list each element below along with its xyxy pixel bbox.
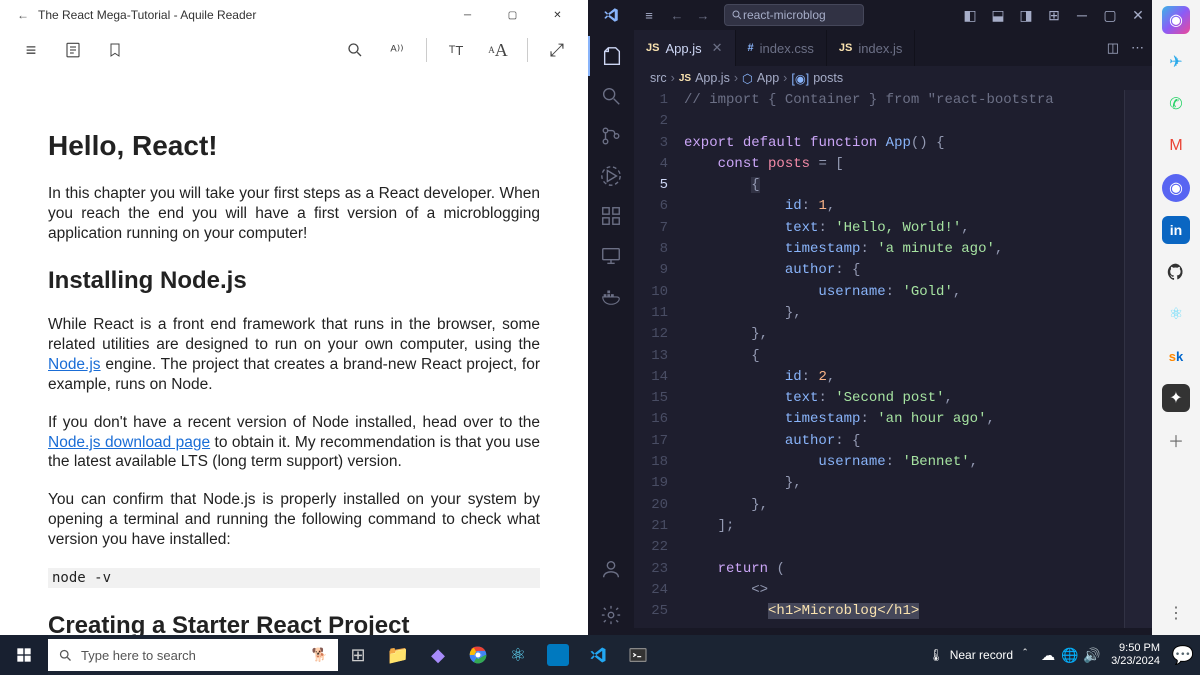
nodejs-link[interactable]: Node.js	[48, 356, 101, 373]
taskbar-search[interactable]: Type here to search 🐕	[48, 639, 338, 671]
vscode-window: ≡ ← → react-microblog ◧ ⬓ ◨ ⊞ ─ ▢ ✕	[588, 0, 1152, 635]
vscode-titlebar: ≡ ← → react-microblog ◧ ⬓ ◨ ⊞ ─ ▢ ✕	[588, 0, 1152, 30]
start-button[interactable]	[0, 635, 48, 675]
vsc-close-button[interactable]: ✕	[1124, 7, 1152, 24]
code-text[interactable]: // import { Container } from "react-boot…	[684, 90, 1152, 628]
extensions-icon[interactable]	[588, 196, 634, 236]
layout-panel-icon[interactable]: ⬓	[984, 7, 1012, 24]
close-button[interactable]: ✕	[535, 0, 580, 30]
read-aloud-icon[interactable]: ᴬ⁾⁾	[376, 30, 418, 70]
weather-widget[interactable]: 🌡 Near record	[928, 635, 1013, 675]
copilot-icon[interactable]: ◉	[1162, 6, 1190, 34]
node-paragraph-1: While React is a front end framework tha…	[48, 315, 540, 394]
tab-app-js[interactable]: JSApp.js✕	[634, 30, 736, 66]
search-icon[interactable]	[334, 30, 376, 70]
nav-back-icon[interactable]: ←	[664, 8, 690, 23]
layout-sidebar-right-icon[interactable]: ◨	[1012, 7, 1040, 24]
activity-bar	[588, 30, 634, 635]
task-view-icon[interactable]: ⊞	[338, 635, 378, 675]
remote-icon[interactable]	[588, 236, 634, 276]
hamburger-icon[interactable]: ≡	[634, 8, 664, 23]
tab-index-js[interactable]: JSindex.js	[827, 30, 916, 66]
react-app-icon[interactable]: ⚛	[498, 635, 538, 675]
rail-more-icon[interactable]: ⋮	[1162, 599, 1190, 627]
tray-chevron-icon[interactable]: ＾	[1013, 635, 1037, 675]
taskbar-clock[interactable]: 9:50 PM3/23/2024	[1103, 642, 1168, 668]
wifi-icon[interactable]: 🌐	[1059, 635, 1081, 675]
linkedin-icon[interactable]: in	[1162, 216, 1190, 244]
editor-tabs: JSApp.js✕ #index.css JSindex.js ◫ ⋯	[634, 30, 1152, 66]
edge-sidebar: ◉ ✈ ✆ M ◉ in ⚛ sk ✦ ＋ ⋮	[1152, 0, 1200, 635]
onedrive-icon[interactable]: ☁	[1037, 635, 1059, 675]
chrome-icon[interactable]	[458, 635, 498, 675]
nodejs-download-link[interactable]: Node.js download page	[48, 434, 210, 451]
breadcrumb[interactable]: src› JS App.js› ⬡ App› [◉] posts	[634, 66, 1152, 90]
code-editor[interactable]: 1234567891011121314151617181920212223242…	[634, 90, 1152, 628]
vsc-maximize-button[interactable]: ▢	[1096, 7, 1124, 24]
discord-icon[interactable]: ◉	[1162, 174, 1190, 202]
vscode-logo-icon	[588, 6, 634, 24]
close-icon[interactable]: ✕	[712, 40, 723, 56]
intro-paragraph: In this chapter you will take your first…	[48, 184, 540, 243]
node-version-command: node -v	[48, 568, 540, 588]
telegram-icon[interactable]: ✈	[1162, 48, 1190, 76]
account-icon[interactable]	[588, 549, 634, 589]
heading-hello-react: Hello, React!	[48, 130, 540, 162]
tab-index-css[interactable]: #index.css	[736, 30, 827, 66]
window-title: The React Mega-Tutorial - Aquile Reader	[38, 8, 256, 22]
file-explorer-icon[interactable]: 📁	[378, 635, 418, 675]
chatgpt-icon[interactable]: ✦	[1162, 384, 1190, 412]
menu-icon[interactable]: ≡	[10, 30, 52, 70]
obsidian-icon[interactable]: ◆	[418, 635, 458, 675]
settings-gear-icon[interactable]	[588, 595, 634, 635]
layout-sidebar-left-icon[interactable]: ◧	[956, 7, 984, 24]
search-activity-icon[interactable]	[588, 76, 634, 116]
node-paragraph-3: You can confirm that Node.js is properly…	[48, 490, 540, 549]
trello-icon[interactable]	[547, 644, 569, 666]
volume-icon[interactable]: 🔊	[1081, 635, 1103, 675]
aquile-reader-window: ← The React Mega-Tutorial - Aquile Reade…	[0, 0, 588, 635]
vscode-statusbar	[634, 628, 1152, 635]
expand-icon[interactable]: ⤢	[536, 30, 578, 70]
minimize-button[interactable]: ─	[445, 0, 490, 30]
vscode-taskbar-icon[interactable]	[578, 635, 618, 675]
vsc-minimize-button[interactable]: ─	[1068, 7, 1096, 24]
layout-customize-icon[interactable]: ⊞	[1040, 7, 1068, 24]
terminal-icon[interactable]	[618, 635, 658, 675]
more-actions-icon[interactable]: ⋯	[1131, 40, 1144, 56]
docker-icon[interactable]	[588, 276, 634, 316]
heading-installing-node: Installing Node.js	[48, 267, 540, 295]
split-editor-icon[interactable]: ◫	[1107, 40, 1119, 56]
text-size-icon[interactable]: TT	[435, 30, 477, 70]
minimap[interactable]	[1124, 90, 1152, 628]
editor-area: JSApp.js✕ #index.css JSindex.js ◫ ⋯ src› …	[634, 30, 1152, 635]
back-icon[interactable]: ←	[8, 8, 38, 22]
command-center-search[interactable]: react-microblog	[724, 4, 864, 26]
notifications-icon[interactable]: 💬	[1168, 635, 1198, 675]
node-paragraph-2: If you don't have a recent version of No…	[48, 413, 540, 472]
react-icon[interactable]: ⚛	[1162, 300, 1190, 328]
nav-forward-icon[interactable]: →	[690, 8, 716, 23]
gmail-icon[interactable]: M	[1162, 132, 1190, 160]
whatsapp-icon[interactable]: ✆	[1162, 90, 1190, 118]
add-tool-icon[interactable]: ＋	[1162, 426, 1190, 454]
reader-titlebar: ← The React Mega-Tutorial - Aquile Reade…	[0, 0, 588, 30]
reader-content: Hello, React! In this chapter you will t…	[0, 70, 588, 635]
debug-icon[interactable]	[588, 156, 634, 196]
heading-creating-starter: Creating a Starter React Project	[48, 612, 409, 635]
bookmark-icon[interactable]	[94, 30, 136, 70]
sk-icon[interactable]: sk	[1162, 342, 1190, 370]
source-control-icon[interactable]	[588, 116, 634, 156]
windows-taskbar: Type here to search 🐕 ⊞ 📁 ◆ ⚛ 🌡 Near rec…	[0, 635, 1200, 675]
font-style-icon[interactable]: AA	[477, 30, 519, 70]
toc-icon[interactable]	[52, 30, 94, 70]
reader-toolbar: ≡ ᴬ⁾⁾ TT AA ⤢	[0, 30, 588, 70]
line-gutter: 1234567891011121314151617181920212223242…	[634, 90, 684, 628]
maximize-button[interactable]: ▢	[490, 0, 535, 30]
github-icon[interactable]	[1162, 258, 1190, 286]
system-tray: 🌡 Near record ＾ ☁ 🌐 🔊 9:50 PM3/23/2024 💬	[926, 635, 1200, 675]
explorer-icon[interactable]	[588, 36, 634, 76]
